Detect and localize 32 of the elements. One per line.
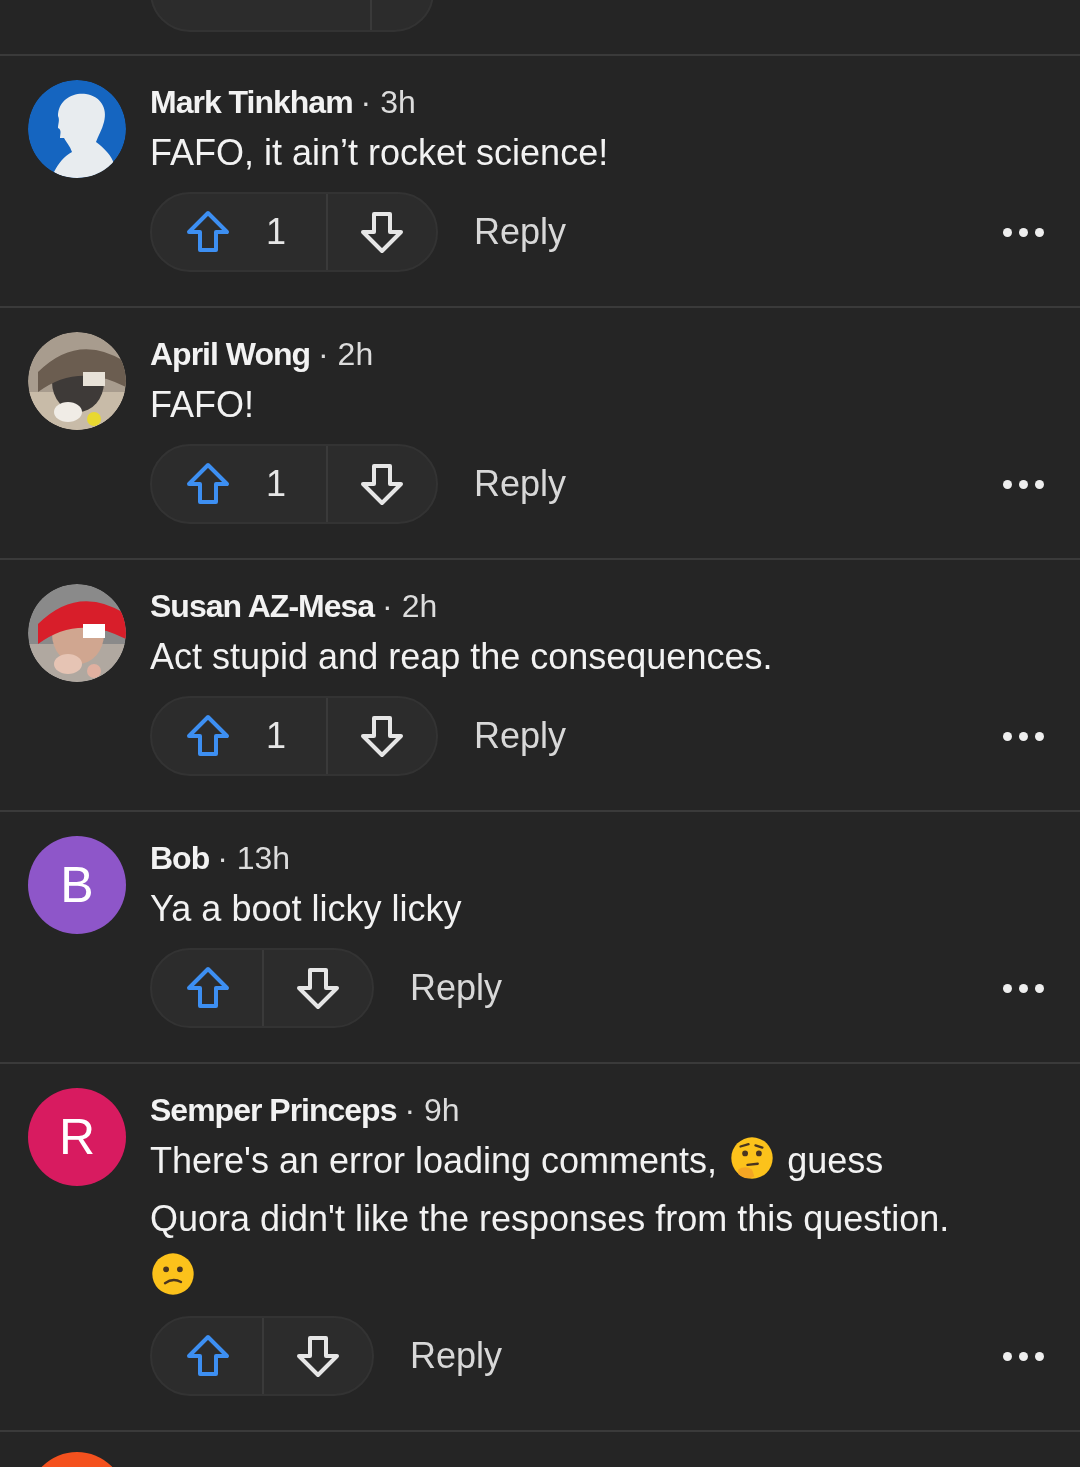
comment-time: · 2h [318, 335, 374, 374]
avatar-letter: R [28, 1088, 126, 1186]
comment-text: FAFO, it ain’t rocket science! [150, 131, 610, 175]
more-options-icon[interactable] [1003, 479, 1044, 489]
thinking-face-icon [729, 1135, 776, 1181]
avatar-letter: B [28, 836, 126, 934]
more-options-icon[interactable] [1003, 1351, 1044, 1361]
comment-text: FAFO! [150, 383, 255, 427]
upvote-button[interactable]: 1 [152, 446, 329, 522]
reply-button[interactable]: Reply [410, 967, 503, 1009]
comment-text: Act stupid and reap the consequences. [150, 635, 774, 679]
author-name[interactable]: Mark Tinkham [150, 80, 353, 124]
upvote-button[interactable]: 1 [152, 698, 329, 774]
upvote-button[interactable]: 1 [152, 194, 329, 270]
comment-text: There's an error loading comments, guess Quora didn't like the responses from this question. [150, 1132, 1044, 1306]
confused-face-icon [150, 1251, 196, 1297]
more-options-icon[interactable] [1003, 227, 1044, 237]
author-name[interactable]: Semper Princeps [150, 1088, 397, 1132]
comment-time: · 9h [404, 1091, 460, 1130]
reply-button[interactable]: Reply [474, 463, 567, 505]
comment-time: · 13h [217, 839, 291, 878]
comment-time: · 2h [382, 587, 438, 626]
author-name[interactable]: April Wong [150, 332, 311, 376]
more-options-icon[interactable] [1003, 731, 1044, 741]
author-name[interactable]: Susan AZ-Mesa [150, 584, 375, 628]
reply-button[interactable]: Reply [474, 715, 567, 757]
more-options-icon[interactable] [1003, 983, 1044, 993]
comment-text: Ya a boot licky licky [150, 887, 463, 931]
author-name[interactable]: Bob [150, 836, 210, 880]
reply-button[interactable]: Reply [410, 1335, 503, 1377]
reply-button[interactable]: Reply [474, 211, 567, 253]
comment-time: · 3h [360, 83, 416, 122]
